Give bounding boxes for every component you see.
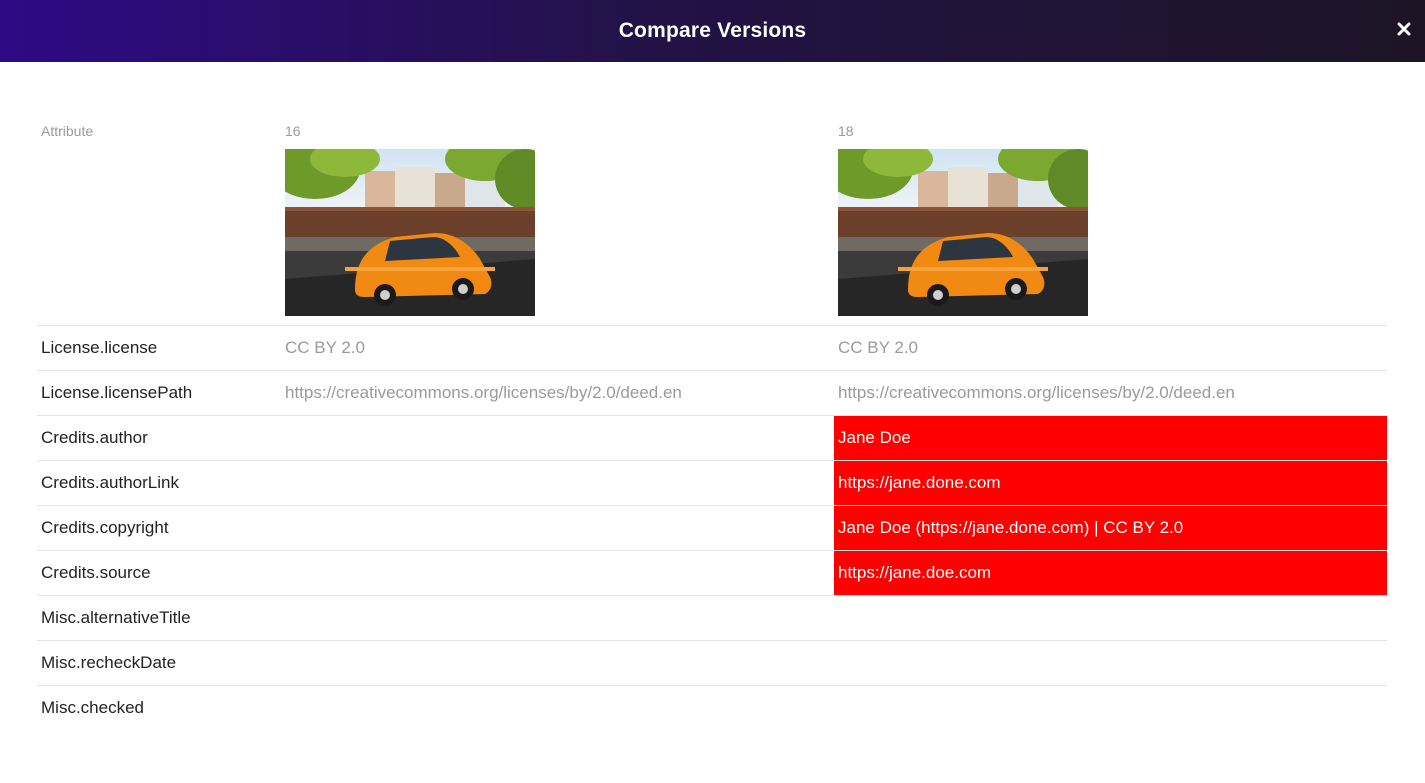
table-row: Misc.recheckDate bbox=[37, 640, 1387, 686]
version-b-cell: https://jane.done.com bbox=[834, 460, 1387, 506]
version-a-cell: CC BY 2.0 bbox=[281, 325, 834, 371]
close-icon bbox=[1397, 22, 1411, 36]
version-b-cell: Jane Doe bbox=[834, 415, 1387, 461]
attribute-cell: Misc.alternativeTitle bbox=[37, 595, 281, 641]
compare-table: Attribute 16 18 License.license CC BY 2.… bbox=[37, 118, 1387, 730]
attribute-cell: Misc.recheckDate bbox=[37, 640, 281, 686]
modal-header: Compare Versions bbox=[0, 0, 1425, 62]
version-b-column-header: 18 bbox=[834, 118, 1387, 326]
table-header-row: Attribute 16 18 bbox=[37, 118, 1387, 326]
table-row: Credits.copyright Jane Doe (https://jane… bbox=[37, 505, 1387, 551]
version-a-cell bbox=[281, 505, 834, 551]
table-row: License.licensePath https://creativecomm… bbox=[37, 370, 1387, 416]
version-a-column-header: 16 bbox=[281, 118, 834, 326]
version-b-cell bbox=[834, 640, 1387, 686]
table-row: Misc.alternativeTitle bbox=[37, 595, 1387, 641]
table-row: Credits.author Jane Doe bbox=[37, 415, 1387, 461]
compare-table-wrapper: Attribute 16 18 License.license CC BY 2.… bbox=[37, 118, 1387, 730]
version-a-cell bbox=[281, 640, 834, 686]
version-a-cell bbox=[281, 595, 834, 641]
version-a-thumbnail[interactable] bbox=[285, 149, 535, 316]
attribute-cell: Credits.copyright bbox=[37, 505, 281, 551]
attribute-cell: License.licensePath bbox=[37, 370, 281, 416]
version-b-label: 18 bbox=[838, 123, 854, 139]
version-a-cell bbox=[281, 686, 834, 731]
attribute-cell: Credits.authorLink bbox=[37, 460, 281, 506]
version-b-cell bbox=[834, 595, 1387, 641]
version-b-cell: CC BY 2.0 bbox=[834, 325, 1387, 371]
attribute-cell: Credits.author bbox=[37, 415, 281, 461]
version-a-cell bbox=[281, 460, 834, 506]
version-b-cell: https://jane.doe.com bbox=[834, 550, 1387, 596]
attribute-cell: License.license bbox=[37, 325, 281, 371]
close-button[interactable] bbox=[1393, 18, 1415, 40]
version-b-cell bbox=[834, 686, 1387, 731]
attribute-column-header: Attribute bbox=[37, 118, 281, 326]
version-a-cell bbox=[281, 415, 834, 461]
attribute-header-label: Attribute bbox=[41, 123, 94, 139]
attribute-cell: Credits.source bbox=[37, 550, 281, 596]
version-a-cell bbox=[281, 550, 834, 596]
table-row: Misc.checked bbox=[37, 686, 1387, 731]
attribute-cell: Misc.checked bbox=[41, 698, 144, 717]
version-b-thumbnail[interactable] bbox=[838, 149, 1088, 316]
table-row: Credits.authorLink https://jane.done.com bbox=[37, 460, 1387, 506]
table-row: Credits.source https://jane.doe.com bbox=[37, 550, 1387, 596]
compare-versions-modal: Compare Versions Attribute 16 18 License… bbox=[0, 0, 1425, 783]
version-a-label: 16 bbox=[285, 123, 301, 139]
version-b-cell: Jane Doe (https://jane.done.com) | CC BY… bbox=[834, 505, 1387, 551]
modal-title: Compare Versions bbox=[618, 19, 807, 42]
table-row: License.license CC BY 2.0 CC BY 2.0 bbox=[37, 325, 1387, 371]
version-a-cell: https://creativecommons.org/licenses/by/… bbox=[281, 370, 834, 416]
version-b-cell: https://creativecommons.org/licenses/by/… bbox=[834, 370, 1387, 416]
